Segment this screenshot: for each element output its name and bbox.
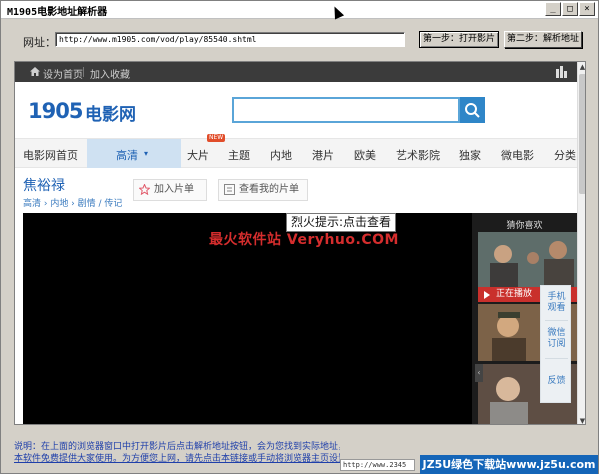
nav-item-category[interactable]: 分类: [554, 147, 576, 163]
site-watermark-badge: JZ5U绿色下载站www.jz5u.com: [420, 455, 598, 474]
url-input[interactable]: http://www.m1905.com/vod/play/85540.shtm…: [55, 32, 405, 47]
new-badge: NEW: [207, 134, 226, 142]
floating-side-bar: 手机 观看 微信 订阅 反馈: [540, 285, 571, 403]
nav-item-western[interactable]: 欧美: [354, 147, 376, 163]
tooltip: 烈火提示:点击查看: [286, 213, 397, 232]
nav-item-mainland[interactable]: 内地: [270, 147, 292, 163]
search-icon: [465, 103, 480, 118]
nav-item-micro-film[interactable]: 微电影: [501, 147, 534, 163]
divider: [83, 67, 84, 77]
view-my-list-label: 查看我的片单: [239, 184, 299, 195]
open-film-button[interactable]: 第一步：打开影片: [419, 31, 499, 48]
set-home-link[interactable]: 设为首页: [43, 66, 83, 81]
window-title: M1905电影地址解析器: [7, 7, 108, 18]
view-my-list-button[interactable]: 查看我的片单: [218, 179, 308, 201]
status-url: http://www.2345: [340, 459, 415, 471]
wechat-subscribe-link[interactable]: 微信 订阅: [541, 328, 572, 350]
bookmark-link[interactable]: 加入收藏: [90, 66, 130, 81]
site-logo-mark[interactable]: 1905: [28, 99, 83, 123]
video-player[interactable]: 最火软件站 Veryhuo.COM: [23, 213, 472, 424]
divider: [545, 320, 568, 321]
breadcrumb[interactable]: 高清 › 内地 › 剧情 / 传记: [23, 196, 122, 209]
site-search-button[interactable]: [460, 97, 485, 123]
close-button[interactable]: ×: [579, 2, 595, 16]
note-line-1: 说明：在上面的浏览器窗口中打开影片后点击解析地址按钮，会为您找到实际地址，其: [14, 442, 340, 452]
maximize-button[interactable]: □: [562, 2, 578, 16]
chevron-down-icon: ▾: [144, 149, 149, 158]
movie-still-image: [478, 232, 577, 287]
site-main-nav: 电影网首页 高清 ▾ 大片 NEW 主题 内地 港片 欧美 艺术影院 独家 微电…: [15, 134, 585, 168]
site-search-input[interactable]: [232, 97, 460, 123]
play-icon: [484, 291, 490, 299]
url-toolbar: 网址： http://www.m1905.com/vod/play/85540.…: [1, 20, 598, 60]
recommend-thumbnail[interactable]: [478, 232, 577, 287]
film-title: 焦裕禄: [23, 178, 65, 194]
nav-item-home[interactable]: 电影网首页: [23, 147, 78, 163]
nav-item-blockbuster[interactable]: 大片: [187, 147, 209, 163]
feedback-link[interactable]: 反馈: [541, 376, 572, 387]
title-bar: M1905电影地址解析器 _ □ ×: [1, 1, 598, 19]
note-line-2[interactable]: 本软件免费提供大家使用。为方便您上网，请先点击本链接或手动将浏览器主页设置为: [14, 453, 340, 465]
now-playing-text: 正在播放: [496, 289, 533, 299]
add-to-list-label: 加入片单: [154, 184, 194, 195]
scroll-up-icon[interactable]: ▲: [578, 62, 585, 72]
nav-item-label: 高清: [116, 149, 138, 162]
url-label: 网址：: [23, 36, 56, 49]
vertical-scrollbar[interactable]: ▲ ▼: [577, 62, 585, 424]
nav-item-hk[interactable]: 港片: [312, 147, 334, 163]
recommend-header: 猜你喜欢: [506, 221, 543, 231]
add-to-list-button[interactable]: 加入片单: [133, 179, 207, 201]
instruction-note: 说明：在上面的浏览器窗口中打开影片后点击解析地址按钮，会为您找到实际地址，其 本…: [14, 441, 340, 467]
scroll-thumb[interactable]: [579, 74, 585, 194]
list-icon: [224, 184, 235, 195]
minimize-button[interactable]: _: [545, 2, 561, 16]
parse-address-button[interactable]: 第二步：解析地址: [504, 31, 582, 48]
mobile-watch-link[interactable]: 手机 观看: [541, 292, 572, 314]
scroll-down-icon[interactable]: ▼: [578, 416, 585, 424]
star-icon: [139, 184, 150, 195]
watermark-text: 最火软件站 Veryhuo.COM: [209, 232, 399, 248]
nav-item-art-cinema[interactable]: 艺术影院: [396, 147, 440, 163]
app-window: M1905电影地址解析器 _ □ × 网址： http://www.m1905.…: [0, 0, 599, 474]
chevron-left-icon[interactable]: ‹: [475, 364, 483, 382]
site-logo-text[interactable]: 电影网: [85, 100, 136, 125]
home-icon: [30, 67, 40, 76]
divider: [545, 358, 568, 359]
site-top-nav: 设为首页 加入收藏: [15, 62, 585, 82]
nav-item-hd[interactable]: 高清 ▾: [87, 139, 181, 168]
nav-item-exclusive[interactable]: 独家: [459, 147, 481, 163]
nav-item-theme[interactable]: 主题: [228, 147, 250, 163]
user-icon[interactable]: [555, 66, 569, 78]
embedded-browser[interactable]: 设为首页 加入收藏 1905 电影网 电影网首页 高清 ▾ 大片 NEW 主题: [14, 61, 586, 425]
